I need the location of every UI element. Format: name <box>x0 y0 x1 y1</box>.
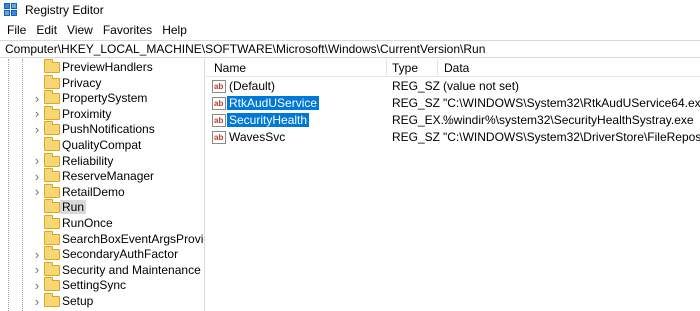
tree-key-label: ReserveManager <box>62 169 155 184</box>
tree-key-label: QualityCompat <box>62 138 142 152</box>
folder-icon <box>44 293 60 307</box>
expand-chevron-icon[interactable]: › <box>33 278 41 293</box>
menu-favorites[interactable]: Favorites <box>98 23 157 37</box>
tree-key-label: RunOnce <box>62 216 113 230</box>
tree-key-label: PropertySystem <box>62 91 148 106</box>
values-header: Name Type Data <box>206 59 700 77</box>
values-pane[interactable]: Name Type Data ab (Default) REG_SZ (value n… <box>206 59 700 311</box>
string-value-icon: ab <box>212 114 226 127</box>
tree-key-label: Run <box>60 200 87 215</box>
value-row[interactable]: ab WavesSvc REG_SZ "C:\WINDOWS\System32\Dri… <box>206 129 700 146</box>
string-value-icon: ab <box>212 97 226 110</box>
window-title: Registry Editor <box>25 3 104 17</box>
value-row[interactable]: ab (Default) REG_SZ (value not set) <box>206 78 700 95</box>
column-header-type[interactable]: Type <box>392 61 418 77</box>
value-data: (value not set) <box>443 79 520 93</box>
value-name[interactable]: SecurityHealth <box>227 113 310 127</box>
folder-icon <box>44 199 60 214</box>
value-name[interactable]: (Default) <box>227 79 277 93</box>
tree-key-item[interactable]: › Setup <box>0 293 204 309</box>
menu-edit[interactable]: Edit <box>31 23 62 37</box>
tree-key-label: PushNotifications <box>62 122 155 137</box>
tree-key-label: SecondaryAuthFactor <box>62 247 179 262</box>
column-divider[interactable] <box>386 59 387 77</box>
tree-key-item[interactable]: PreviewHandlers <box>0 59 204 75</box>
folder-icon <box>44 121 60 136</box>
tree-key-item[interactable]: RunOnce <box>0 215 204 231</box>
folder-icon <box>44 261 60 276</box>
value-name[interactable]: RtkAudUService <box>227 96 320 110</box>
tree-key-label: RetailDemo <box>62 184 125 199</box>
column-header-data[interactable]: Data <box>444 61 469 77</box>
tree-key-item[interactable]: › RetailDemo <box>0 183 204 200</box>
tree-key-label: Setup <box>62 294 94 308</box>
expand-chevron-icon[interactable]: › <box>33 153 41 168</box>
tree-key-item[interactable]: › Reliability <box>0 152 204 169</box>
column-header-name[interactable]: Name <box>214 61 246 77</box>
tree-key-item[interactable]: › PropertySystem <box>0 90 204 106</box>
address-bar[interactable]: Computer\HKEY_LOCAL_MACHINE\SOFTWARE\Mic… <box>0 40 700 58</box>
folder-icon <box>44 230 60 245</box>
column-divider[interactable] <box>437 59 438 77</box>
tree-key-item[interactable]: › SettingSync <box>0 277 204 293</box>
value-data: "C:\WINDOWS\System32\DriverStore\FileRep… <box>443 130 700 144</box>
tree-key-label: Reliability <box>62 153 114 168</box>
menu-file[interactable]: File <box>2 23 31 37</box>
menu-help[interactable]: Help <box>157 23 192 37</box>
expand-chevron-icon[interactable]: › <box>33 122 41 137</box>
tree-key-item[interactable]: › Proximity <box>0 105 204 122</box>
value-type: REG_SZ <box>392 79 441 93</box>
value-type: REG_SZ <box>392 96 441 110</box>
menu-view[interactable]: View <box>62 23 98 37</box>
tree-key-label: Security and Maintenance <box>62 262 201 277</box>
tree-key-label: SearchBoxEventArgsProvid <box>62 231 205 246</box>
folder-icon <box>44 137 60 151</box>
folder-icon <box>44 246 60 261</box>
folder-icon <box>44 183 60 198</box>
tree-key-label: PreviewHandlers <box>62 60 153 74</box>
tree-key-item[interactable]: Privacy <box>0 74 204 91</box>
key-tree-pane[interactable]: PreviewHandlers Privacy › PropertySystem › Pr… <box>0 59 205 311</box>
value-row[interactable]: ab RtkAudUService REG_SZ "C:\WINDOWS\System… <box>206 95 700 112</box>
tree-key-label: SettingSync <box>62 278 127 293</box>
tree-key-item[interactable]: › Security and Maintenance <box>0 261 204 278</box>
expand-chevron-icon[interactable]: › <box>33 91 41 106</box>
expand-chevron-icon[interactable]: › <box>33 262 41 277</box>
title-bar: Registry Editor <box>0 0 700 20</box>
folder-icon <box>44 215 60 229</box>
folder-icon <box>44 105 60 120</box>
tree-key-item[interactable]: QualityCompat <box>0 137 204 153</box>
folder-icon <box>44 168 60 183</box>
folder-icon <box>44 90 60 105</box>
expand-chevron-icon[interactable]: › <box>33 169 41 184</box>
folder-icon <box>44 59 60 73</box>
value-type: REG_SZ <box>392 130 441 144</box>
value-row[interactable]: ab SecurityHealth REG_EX... %windir%\system… <box>206 112 700 129</box>
expand-chevron-icon[interactable]: › <box>33 247 41 262</box>
registry-editor-icon <box>4 3 18 17</box>
expand-chevron-icon[interactable]: › <box>33 294 41 309</box>
tree-key-item[interactable]: › PushNotifications <box>0 121 204 137</box>
string-value-icon: ab <box>212 80 226 93</box>
value-data: "C:\WINDOWS\System32\RtkAudUService64.ex… <box>443 96 700 110</box>
value-name[interactable]: WavesSvc <box>227 130 287 144</box>
value-data: %windir%\system32\SecurityHealthSystray.… <box>443 113 694 127</box>
address-path[interactable]: Computer\HKEY_LOCAL_MACHINE\SOFTWARE\Mic… <box>5 42 485 56</box>
string-value-icon: ab <box>212 131 226 144</box>
expand-chevron-icon[interactable]: › <box>33 184 41 199</box>
tree-key-label: Privacy <box>62 75 102 90</box>
folder-icon <box>44 74 60 89</box>
expand-chevron-icon[interactable]: › <box>33 106 41 121</box>
folder-icon <box>44 277 60 292</box>
tree-key-label: Proximity <box>62 106 112 121</box>
value-type: REG_EX... <box>392 113 451 127</box>
tree-key-item[interactable]: › SecondaryAuthFactor <box>0 246 204 262</box>
tree-key-item[interactable]: › ReserveManager <box>0 168 204 184</box>
folder-icon <box>44 152 60 167</box>
tree-key-item[interactable]: SearchBoxEventArgsProvid <box>0 230 205 247</box>
menu-bar: File Edit View Favorites Help <box>0 21 700 39</box>
tree-key-item[interactable]: Run <box>0 199 204 215</box>
